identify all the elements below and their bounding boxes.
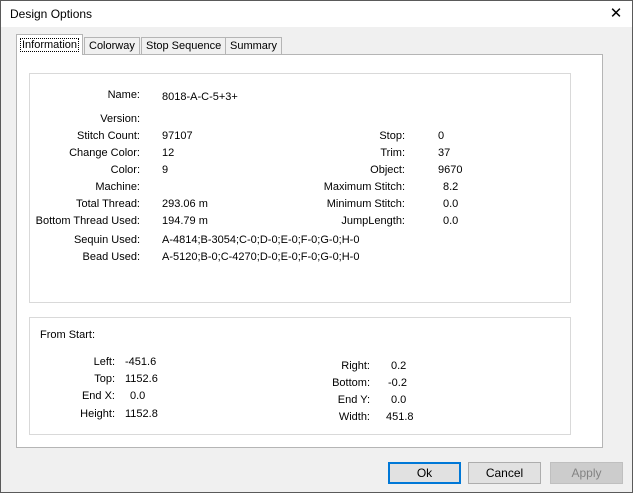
from-start-heading: From Start: [40, 329, 96, 341]
min-stitch-value: 0.0 [443, 198, 459, 210]
total-thread-value: 293.06 m [162, 198, 208, 210]
width-value: 451.8 [386, 411, 414, 423]
bottom-label: Bottom: [332, 377, 370, 389]
name-label: Name: [107, 89, 140, 101]
bead-used-value: A-5120;B-0;C-4270;D-0;E-0;F-0;G-0;H-0 [162, 251, 360, 263]
right-label: Right: [341, 360, 370, 372]
machine-label: Machine: [95, 181, 140, 193]
height-value: 1152.8 [125, 408, 158, 420]
window-title: Design Options [10, 7, 93, 21]
end-y-value: 0.0 [391, 394, 407, 406]
tab-colorway[interactable]: Colorway [84, 37, 140, 55]
change-color-label: Change Color: [69, 147, 140, 159]
end-x-label: End X: [81, 390, 115, 402]
stitch-count-value: 97107 [162, 130, 193, 142]
title-bar: Design Options ✕ [1, 1, 632, 27]
stitch-count-label: Stitch Count: [77, 130, 140, 142]
bead-used-label: Bead Used: [82, 251, 140, 263]
bottom-value: -0.2 [388, 377, 407, 389]
bottom-thread-label: Bottom Thread Used: [35, 215, 140, 227]
change-color-value: 12 [162, 147, 175, 159]
design-options-dialog: Design Options ✕ Information Colorway St… [0, 0, 633, 493]
sequin-used-value: A-4814;B-3054;C-0;D-0;E-0;F-0;G-0;H-0 [162, 234, 360, 246]
height-label: Height: [80, 408, 115, 420]
apply-button[interactable]: Apply [550, 462, 623, 484]
end-x-value: 0.0 [130, 390, 146, 402]
max-stitch-label: Maximum Stitch: [323, 181, 405, 193]
object-value: 9670 [438, 164, 463, 176]
from-start-group: From Start: Left: -451.6 Top: 1152.6 End… [29, 317, 571, 435]
width-label: Width: [338, 411, 370, 423]
version-label: Version: [100, 113, 140, 125]
right-value: 0.2 [391, 360, 407, 372]
sequin-used-label: Sequin Used: [73, 234, 140, 246]
cancel-button[interactable]: Cancel [468, 462, 541, 484]
end-y-label: End Y: [337, 394, 370, 406]
jump-length-value: 0.0 [443, 215, 459, 227]
close-icon[interactable]: ✕ [605, 3, 627, 25]
color-label: Color: [110, 164, 140, 176]
tab-information[interactable]: Information [16, 34, 84, 55]
min-stitch-label: Minimum Stitch: [326, 198, 405, 210]
left-label: Left: [93, 356, 115, 368]
top-label: Top: [94, 373, 115, 385]
stop-label: Stop: [379, 130, 405, 142]
color-value: 9 [162, 164, 169, 176]
max-stitch-value: 8.2 [443, 181, 459, 193]
trim-label: Trim: [380, 147, 405, 159]
object-label: Object: [370, 164, 405, 176]
design-info-group: Name: 8018-A-C-5+3+ Version: Stitch Coun… [29, 73, 571, 303]
information-panel: Name: 8018-A-C-5+3+ Version: Stitch Coun… [16, 54, 603, 448]
tab-stop-sequence[interactable]: Stop Sequence [141, 37, 227, 55]
left-value: -451.6 [125, 356, 157, 368]
name-value: 8018-A-C-5+3+ [162, 91, 238, 103]
bottom-thread-value: 194.79 m [162, 215, 208, 227]
top-value: 1152.6 [125, 373, 158, 385]
stop-value: 0 [438, 130, 445, 142]
ok-button[interactable]: Ok [388, 462, 461, 484]
tab-summary[interactable]: Summary [225, 37, 283, 55]
jump-length-label: JumpLength: [341, 215, 405, 227]
trim-value: 37 [438, 147, 451, 159]
total-thread-label: Total Thread: [75, 198, 140, 210]
